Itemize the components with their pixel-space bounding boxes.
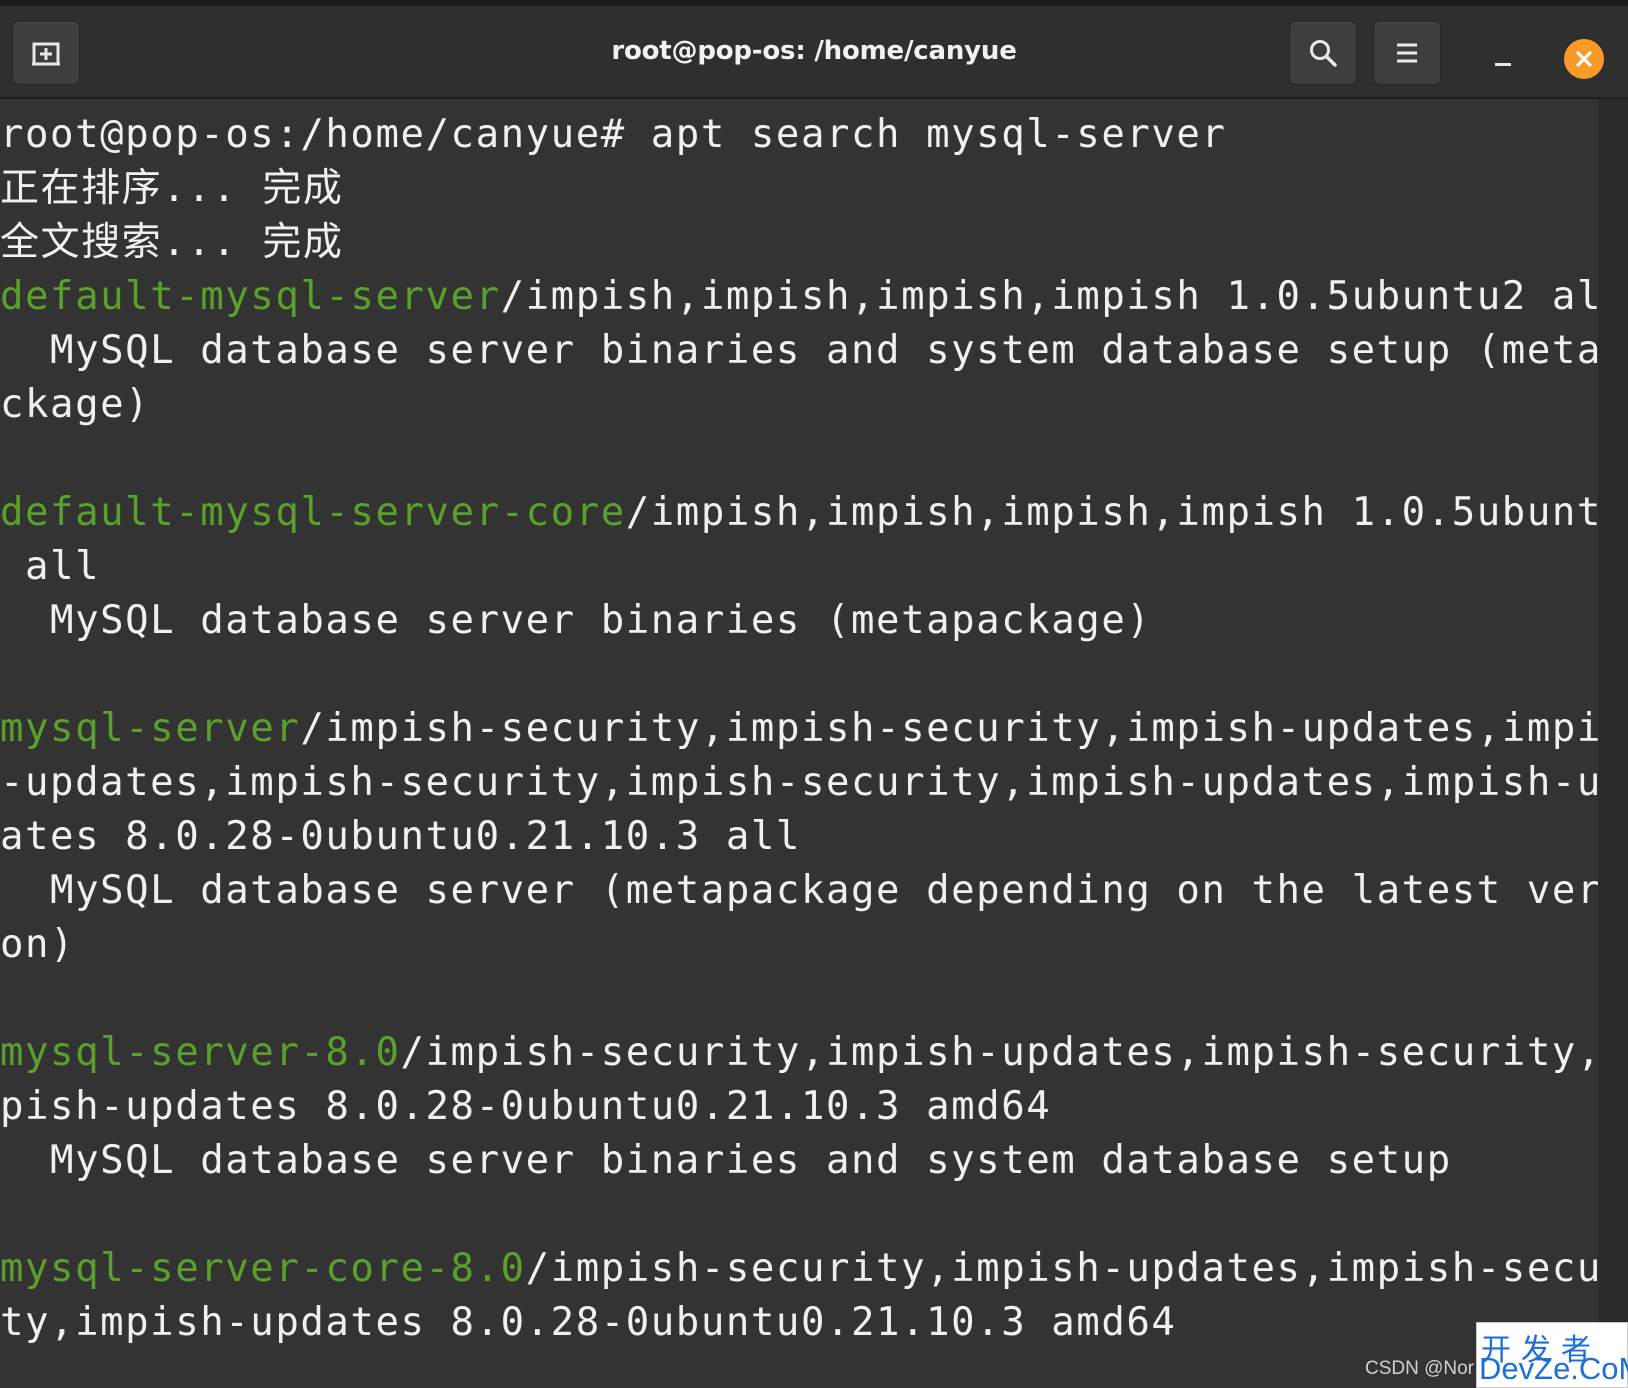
terminal-line: on) [0, 917, 75, 973]
terminal-text: /impish,impish,impish,impish 1.0.5ubuntu… [500, 274, 1598, 319]
close-icon [1576, 51, 1592, 67]
terminal-scrollbar[interactable] [1598, 99, 1628, 1388]
terminal-text: on) [0, 922, 76, 967]
terminal-text: MySQL database server binaries (metapack… [0, 598, 1152, 643]
package-name: default-mysql-server [0, 274, 501, 319]
csdn-watermark-text: CSDN @Nor [1364, 1358, 1474, 1379]
terminal-line: ates 8.0.28-0ubuntu0.21.10.3 all [0, 809, 801, 865]
terminal-line: mysql-server-8.0/impish-security,impish-… [0, 1025, 1598, 1081]
terminal-text: MySQL database server (metapackage depen… [0, 868, 1598, 913]
terminal-line: MySQL database server (metapackage depen… [0, 863, 1598, 919]
terminal-text: /impish-security,impish-updates,impish-s… [525, 1246, 1598, 1291]
title-bar: root@pop-os: /home/canyue [0, 0, 1628, 99]
terminal-text: pish-updates 8.0.28-0ubuntu0.21.10.3 amd… [0, 1084, 1052, 1129]
watermark: CSDN @Nor 开发者 DevZe.CoM [1365, 1322, 1628, 1388]
terminal-output[interactable]: root@pop-os:/home/canyue# apt search mys… [0, 99, 1598, 1388]
terminal-line: mysql-server/impish-security,impish-secu… [0, 701, 1598, 757]
terminal-line: 全文搜索... 完成 [0, 215, 343, 271]
terminal-text: /impish-security,impish-security,impish-… [300, 706, 1598, 751]
terminal-line: mysql-server-core-8.0/impish-security,im… [0, 1241, 1598, 1297]
search-icon [1310, 40, 1337, 67]
package-name: mysql-server-8.0 [0, 1030, 401, 1075]
terminal-text: 正在排序... 完成 [0, 166, 344, 211]
terminal-text: -updates,impish-security,impish-security… [0, 760, 1598, 805]
terminal-line: default-mysql-server/impish,impish,impis… [0, 269, 1598, 325]
terminal-text: ates 8.0.28-0ubuntu0.21.10.3 all [0, 814, 801, 859]
terminal-line: 正在排序... 完成 [0, 161, 343, 217]
terminal-text: /impish-security,impish-updates,impish-s… [400, 1030, 1598, 1075]
terminal-text: MySQL database server binaries and syste… [0, 328, 1598, 373]
terminal-text: root@pop-os:/home/canyue# apt search mys… [0, 112, 1227, 157]
terminal-text: /impish,impish,impish,impish 1.0.5ubuntu… [625, 490, 1598, 535]
terminal-line: MySQL database server binaries and syste… [0, 323, 1598, 379]
devze-logo-bottom: DevZe.CoM [1479, 1351, 1628, 1386]
terminal-line: pish-updates 8.0.28-0ubuntu0.21.10.3 amd… [0, 1079, 1051, 1135]
terminal-line: root@pop-os:/home/canyue# apt search mys… [0, 107, 1226, 163]
terminal-line: ty,impish-updates 8.0.28-0ubuntu0.21.10.… [0, 1295, 1176, 1351]
terminal-line: MySQL database server binaries (metapack… [0, 593, 1151, 649]
terminal-text: 全文搜索... 完成 [0, 220, 344, 265]
terminal-text: MySQL database server binaries and syste… [0, 1138, 1452, 1183]
hamburger-menu-icon [1397, 43, 1417, 63]
terminal-text: ckage) [0, 382, 151, 427]
menu-button[interactable] [1373, 21, 1441, 85]
devze-logo: 开发者 DevZe.CoM [1476, 1322, 1628, 1388]
terminal-line: -updates,impish-security,impish-security… [0, 755, 1598, 811]
search-button[interactable] [1289, 21, 1357, 85]
terminal-line: all [0, 539, 100, 595]
close-button[interactable] [1564, 39, 1604, 79]
terminal-line: default-mysql-server-core/impish,impish,… [0, 485, 1598, 541]
terminal-text: all [0, 544, 101, 589]
terminal-text: ty,impish-updates 8.0.28-0ubuntu0.21.10.… [0, 1300, 1177, 1345]
package-name: default-mysql-server-core [0, 490, 626, 535]
terminal-line: MySQL database server binaries and syste… [0, 1133, 1452, 1189]
package-name: mysql-server-core-8.0 [0, 1246, 526, 1291]
package-name: mysql-server [0, 706, 301, 751]
minimize-button[interactable] [1485, 35, 1521, 71]
terminal-line: ckage) [0, 377, 150, 433]
